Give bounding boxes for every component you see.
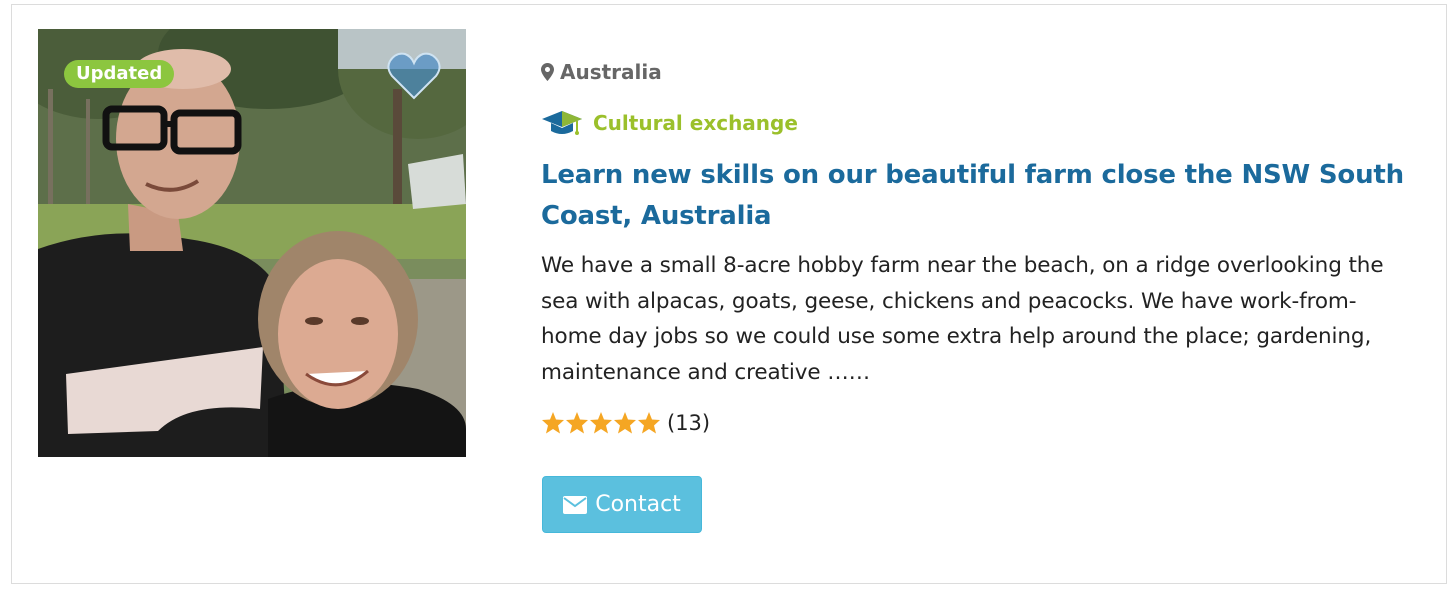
star-icon	[638, 412, 660, 434]
map-marker-icon	[541, 63, 554, 81]
star-rating	[541, 411, 661, 435]
rating: (13)	[541, 408, 710, 438]
star-icon	[590, 412, 612, 434]
listing-category: Cultural exchange	[541, 108, 798, 138]
updated-badge: Updated	[64, 60, 175, 88]
contact-label: Contact	[595, 492, 681, 517]
contact-button[interactable]: Contact	[542, 476, 702, 533]
listing-location: Australia	[541, 58, 662, 86]
rating-count[interactable]: (13)	[667, 408, 710, 438]
graduation-cap-icon	[542, 111, 582, 135]
star-icon	[614, 412, 636, 434]
category-text: Cultural exchange	[593, 111, 798, 135]
listing-description: We have a small 8-acre hobby farm near t…	[541, 253, 1384, 385]
listing-title[interactable]: Learn new skills on our beautiful farm c…	[541, 155, 1421, 237]
envelope-icon	[563, 495, 588, 514]
favorite-button[interactable]	[386, 50, 442, 102]
heart-icon	[387, 52, 441, 100]
star-icon	[542, 412, 564, 434]
star-icon	[566, 412, 588, 434]
location-text: Australia	[560, 60, 662, 84]
